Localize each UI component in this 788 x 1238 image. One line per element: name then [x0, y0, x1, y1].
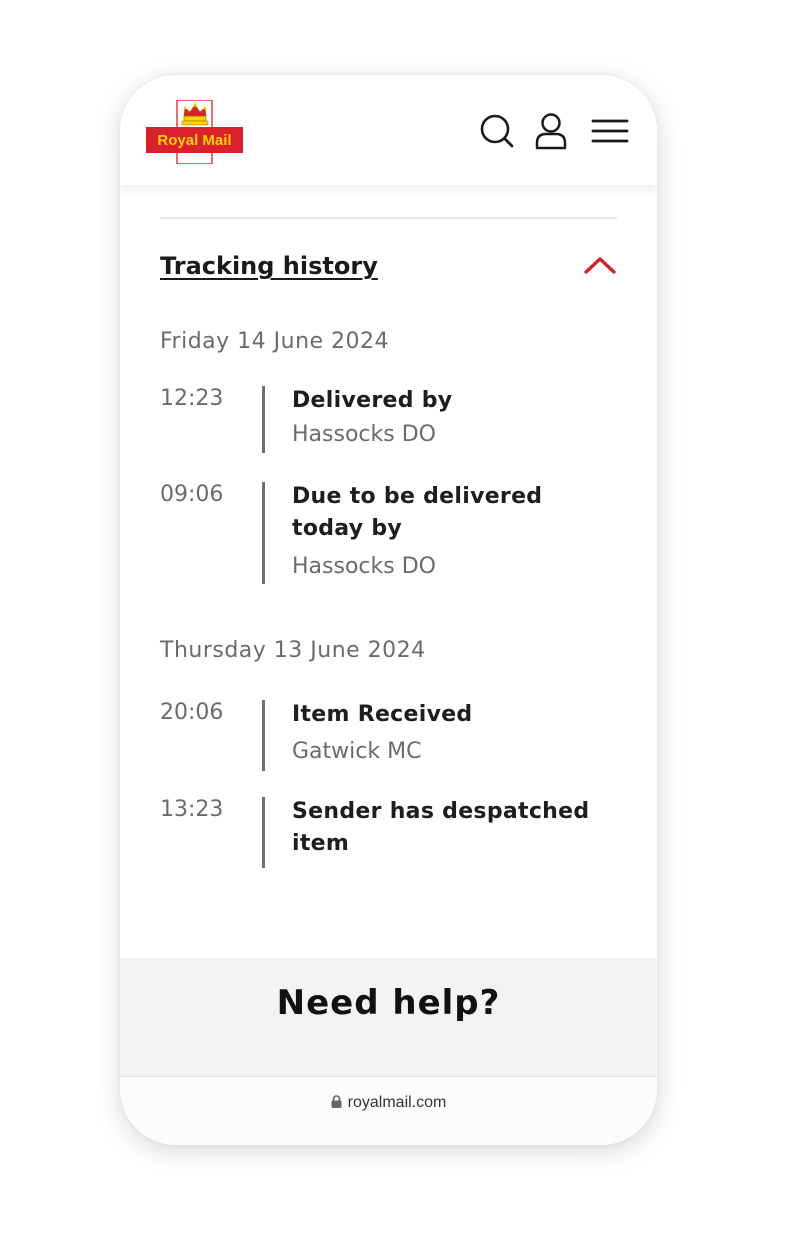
event-location: Hassocks DO [292, 422, 436, 447]
event-time: 09:06 [160, 482, 224, 507]
timeline-bar [262, 482, 265, 584]
need-help-heading: Need help? [276, 983, 501, 1023]
menu-icon[interactable] [590, 111, 630, 151]
event-location: Hassocks DO [292, 554, 436, 579]
event-time: 12:23 [160, 386, 224, 411]
event-status: Due to be delivered today by [292, 484, 543, 541]
date-heading: Thursday 13 June 2024 [160, 638, 426, 663]
section-divider [160, 217, 617, 219]
url-text: royalmail.com [347, 1094, 447, 1111]
date-heading: Friday 14 June 2024 [160, 329, 390, 354]
timeline-bar [262, 700, 265, 771]
event-time: 13:23 [160, 797, 224, 822]
browser-url-bar[interactable]: royalmail.com [120, 1076, 657, 1145]
tracking-history-title[interactable]: Tracking history [160, 252, 378, 280]
timeline-bar [262, 386, 265, 453]
site-header: Royal Mail [120, 75, 657, 185]
event-time: 20:06 [160, 700, 224, 725]
phone-frame: Royal Mail Tracking history Friday 14 Ju… [120, 75, 657, 1145]
event-location: Gatwick MC [292, 739, 422, 764]
search-icon[interactable] [477, 111, 517, 151]
event-status: Item Received [292, 702, 473, 727]
tracking-event: 20:06 Item Received Gatwick MC [160, 700, 620, 772]
need-help-section: Need help? [120, 958, 657, 1076]
royal-mail-logo[interactable]: Royal Mail [146, 99, 243, 165]
url-display[interactable]: royalmail.com [120, 1094, 657, 1113]
lock-icon [331, 1095, 342, 1113]
event-status: Sender has despatched item [292, 799, 590, 856]
logo-wordmark: Royal Mail [157, 132, 231, 149]
chevron-up-icon[interactable] [580, 250, 620, 280]
account-icon[interactable] [531, 111, 571, 151]
event-status: Delivered by [292, 388, 453, 413]
tracking-event: 09:06 Due to be delivered today by Hasso… [160, 482, 620, 585]
timeline-bar [262, 797, 265, 868]
tracking-event: 12:23 Delivered by Hassocks DO [160, 386, 620, 454]
tracking-event: 13:23 Sender has despatched item [160, 797, 620, 869]
